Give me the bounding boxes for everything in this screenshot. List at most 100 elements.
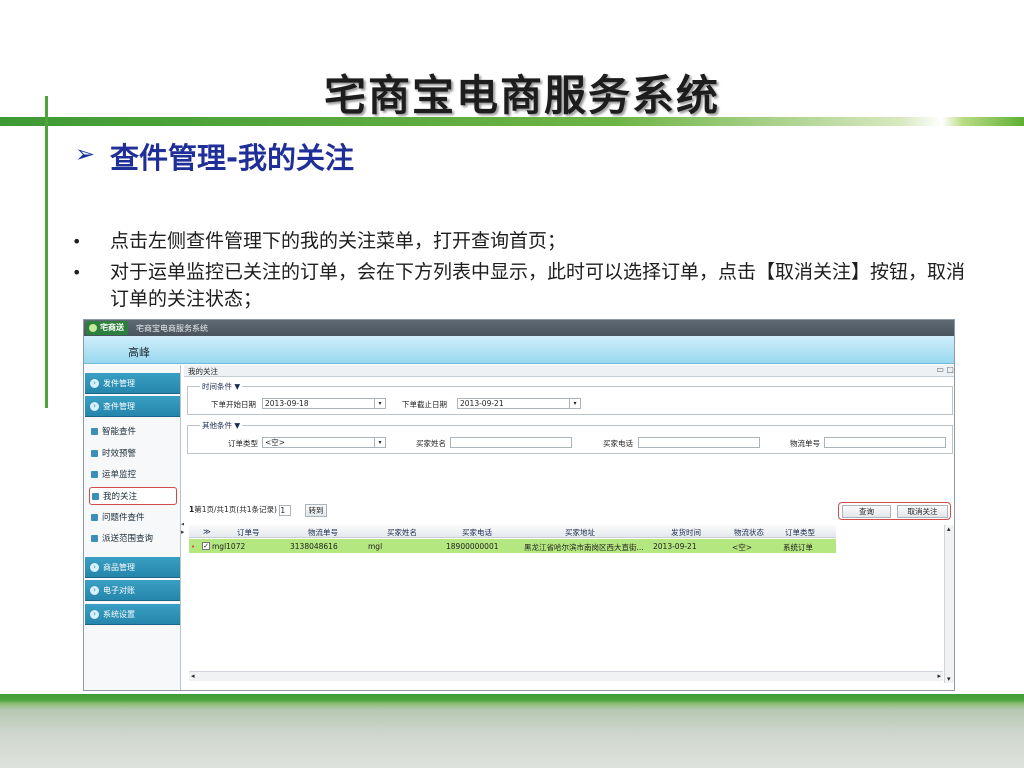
menu-group-send[interactable]: › 发件管理	[85, 373, 180, 394]
end-date-value: 2013-09-21	[460, 399, 504, 408]
order-type-label: 订单类型	[228, 439, 258, 448]
chevron-right-icon: ›	[90, 610, 99, 619]
goto-page-input[interactable]: 1	[279, 504, 292, 516]
pager: 1第1页/共1页(共1条记录) 1	[189, 504, 292, 516]
bullet-dot-icon: •	[72, 263, 82, 282]
user-name: 高峰	[128, 346, 150, 359]
time-conditions-legend[interactable]: 时间条件 ▼	[200, 381, 243, 392]
sidebar-item-label: 我的关注	[103, 492, 138, 502]
arrow-bullet-icon: ➢	[75, 140, 96, 168]
goto-page-value: 1	[280, 505, 286, 515]
bullet-list: • 点击左侧查件管理下的我的关注菜单，打开查询首页； • 对于运单监控已关注的订…	[72, 228, 972, 317]
column-header[interactable]: 买家电话	[462, 527, 492, 538]
chevron-right-icon: ›	[90, 402, 99, 411]
query-button[interactable]: 查询	[842, 505, 891, 518]
menu-group-label: 电子对账	[103, 586, 135, 595]
dropdown-arrow-icon[interactable]: ▾	[374, 438, 385, 447]
menu-bullet-icon	[91, 450, 98, 457]
time-conditions-panel: 时间条件 ▼ 下单开始日期 2013-09-18 ▾ 下单截止日期 2013-0…	[187, 381, 953, 415]
scroll-left-icon[interactable]: ◂	[191, 672, 195, 680]
table-cell: 2013-09-21	[653, 542, 697, 551]
table-cell: 18900000001	[446, 542, 499, 551]
menu-group-query[interactable]: › 查件管理	[85, 396, 180, 417]
sidebar-item-my-follow[interactable]: 我的关注	[89, 487, 177, 505]
sidebar-item-delivery-range[interactable]: 派送范围查询	[89, 530, 177, 548]
sidebar-item-time-alert[interactable]: 时效预警	[89, 445, 177, 463]
tab-label: 我的关注	[188, 367, 218, 376]
row-checkbox[interactable]: ✓	[202, 542, 210, 550]
goto-button[interactable]: 转到	[305, 504, 327, 517]
app-user-bar: 高峰	[84, 336, 954, 364]
app-screenshot: 宅商送 宅商宝电商服务系统 高峰 › 发件管理 › 查件管理 智能查件 时效预警	[83, 319, 955, 691]
logistics-no-input[interactable]	[824, 437, 946, 448]
column-header[interactable]: 买家地址	[565, 527, 595, 538]
menu-bullet-icon	[91, 471, 98, 478]
pager-text: 第1页/共1页(共1条记录)	[194, 505, 277, 514]
sidebar: › 发件管理 › 查件管理 智能查件 时效预警 运单监控 我的关注 问题件查件 …	[84, 365, 181, 690]
buyer-name-input[interactable]	[450, 437, 572, 448]
sidebar-item-label: 问题件查件	[102, 513, 145, 523]
menu-bullet-icon	[91, 514, 98, 521]
left-accent-line	[45, 96, 48, 408]
bullet-item: • 对于运单监控已关注的订单，会在下方列表中显示，此时可以选择订单，点击【取消关…	[72, 259, 972, 313]
scroll-right-icon[interactable]: ▸	[937, 672, 941, 680]
slide: 宅商宝电商服务系统 ➢ 查件管理-我的关注 • 点击左侧查件管理下的我的关注菜单…	[0, 0, 1024, 768]
other-conditions-legend[interactable]: 其他条件 ▼	[200, 420, 243, 431]
footer-band	[0, 694, 1024, 768]
start-date-label: 下单开始日期	[211, 400, 256, 409]
table-cell: mgl	[368, 542, 383, 551]
table-cell: 系统订单	[783, 543, 813, 552]
row-marker-icon: •	[191, 543, 196, 551]
select-all-toggle[interactable]: ≫	[203, 527, 211, 536]
app-system-name: 宅商宝电商服务系统	[136, 324, 208, 333]
menu-group-reconcile[interactable]: › 电子对账	[85, 580, 180, 601]
table-cell: 3138048616	[290, 542, 338, 551]
menu-bullet-icon	[92, 493, 99, 500]
dropdown-arrow-icon[interactable]: ▾	[569, 399, 580, 408]
column-header[interactable]: 订单类型	[785, 527, 815, 538]
column-header[interactable]: 买家姓名	[387, 527, 417, 538]
sidebar-item-problem-query[interactable]: 问题件查件	[89, 509, 177, 527]
start-date-input[interactable]: 2013-09-18 ▾	[262, 398, 386, 409]
column-header[interactable]: 物流单号	[308, 527, 338, 538]
buyer-phone-input[interactable]	[638, 437, 760, 448]
sidebar-item-smart-query[interactable]: 智能查件	[89, 423, 177, 441]
window-controls-icon[interactable]: ▭ ▢	[936, 365, 954, 374]
bullet-text: 对于运单监控已关注的订单，会在下方列表中显示，此时可以选择订单，点击【取消关注】…	[110, 261, 966, 310]
start-date-value: 2013-09-18	[265, 399, 309, 408]
tab-my-follow[interactable]: 我的关注 ▭ ▢	[184, 365, 954, 377]
grid-header: ≫ 订单号 物流单号 买家姓名 买家电话 买家地址 发货时间 物流状态 订单类型	[189, 525, 836, 538]
bullet-text: 点击左侧查件管理下的我的关注菜单，打开查询首页；	[110, 230, 567, 252]
dropdown-arrow-icon[interactable]: ▾	[374, 399, 385, 408]
unfollow-button[interactable]: 取消关注	[897, 505, 948, 518]
scroll-up-icon[interactable]: ▴	[947, 525, 951, 533]
sidebar-item-label: 时效预警	[102, 449, 137, 459]
menu-group-label: 查件管理	[103, 402, 135, 411]
vertical-scrollbar[interactable]: ▴ ▾	[944, 525, 954, 683]
menu-group-label: 系统设置	[103, 610, 135, 619]
action-button-group: 查询 取消关注	[838, 502, 951, 520]
main-panel: 我的关注 ▭ ▢ 时间条件 ▼ 下单开始日期 2013-09-18 ▾ 下单截止…	[184, 365, 954, 690]
menu-group-settings[interactable]: › 系统设置	[85, 604, 180, 625]
column-header[interactable]: 物流状态	[734, 527, 764, 538]
sidebar-item-waybill-monitor[interactable]: 运单监控	[89, 466, 177, 484]
sidebar-item-label: 派送范围查询	[102, 534, 154, 544]
chevron-right-icon: ›	[90, 379, 99, 388]
table-cell: <空>	[732, 543, 753, 552]
horizontal-scrollbar[interactable]: ◂ ▸	[189, 671, 943, 681]
chevron-right-icon: ›	[90, 563, 99, 572]
bullet-item: • 点击左侧查件管理下的我的关注菜单，打开查询首页；	[72, 228, 972, 255]
buyer-name-label: 买家姓名	[416, 439, 446, 448]
buyer-phone-label: 买家电话	[603, 439, 633, 448]
order-type-select[interactable]: <空> ▾	[262, 437, 386, 448]
column-header[interactable]: 订单号	[237, 527, 260, 538]
app-logo: 宅商送	[86, 321, 128, 335]
section-title: 查件管理-我的关注	[110, 141, 355, 175]
sidebar-item-label: 智能查件	[102, 427, 137, 437]
table-row[interactable]: • ✓ mgl1072 3138048616 mgl 18900000001 黑…	[189, 539, 836, 553]
end-date-label: 下单截止日期	[402, 400, 447, 409]
menu-group-goods[interactable]: › 商品管理	[85, 557, 180, 578]
scroll-down-icon[interactable]: ▾	[947, 675, 951, 683]
column-header[interactable]: 发货时间	[671, 527, 701, 538]
end-date-input[interactable]: 2013-09-21 ▾	[457, 398, 581, 409]
